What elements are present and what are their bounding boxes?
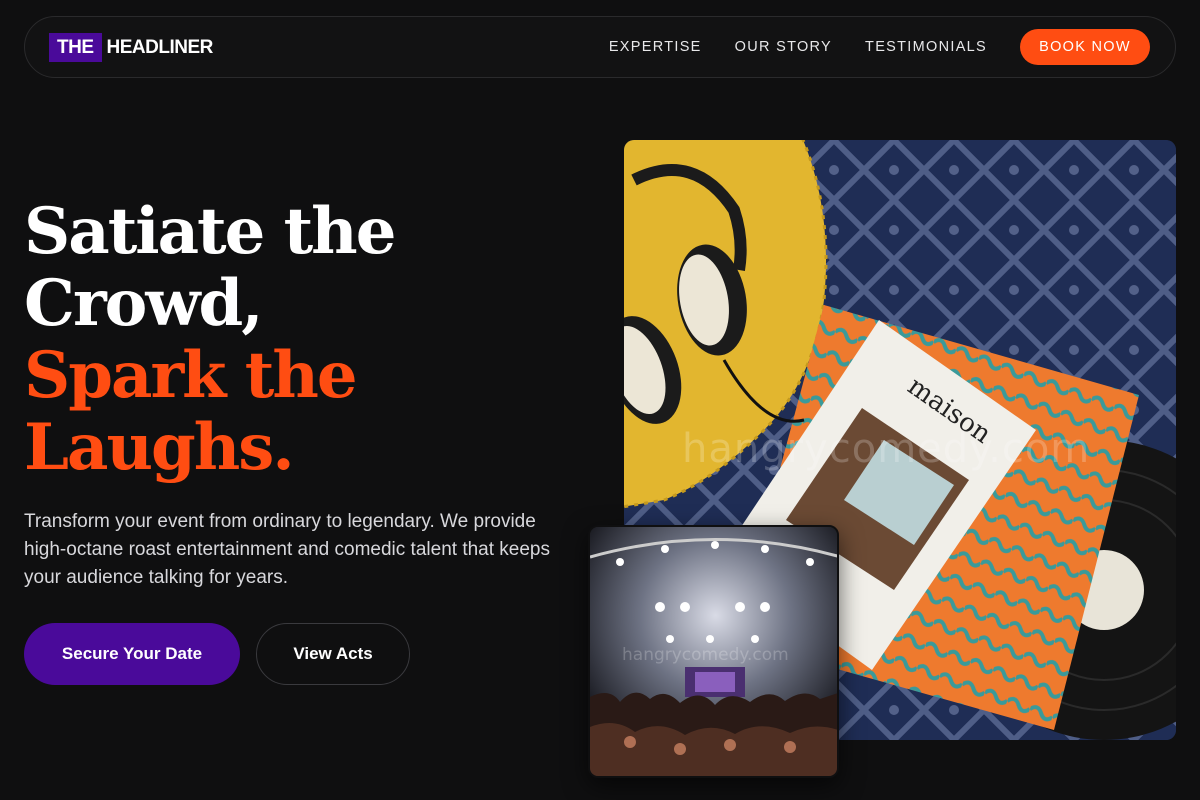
headline-line-2: Crowd,: [24, 266, 263, 341]
nav-link-expertise[interactable]: EXPERTISE: [609, 39, 702, 55]
hero-headline: Satiate the Crowd, Spark the Laughs.: [24, 196, 524, 484]
logo-text: HEADLINER: [106, 36, 214, 58]
hero-subtext: Transform your event from ordinary to le…: [24, 511, 550, 588]
concert-crowd-illustration: [590, 527, 837, 776]
top-nav: THE HEADLINER EXPERTISE OUR STORY TESTIM…: [24, 16, 1176, 78]
logo[interactable]: THE HEADLINER: [49, 31, 213, 64]
headline-line-4: Laughs.: [24, 410, 295, 485]
nav-links: EXPERTISE OUR STORY TESTIMONIALS: [576, 17, 987, 77]
view-acts-button[interactable]: View Acts: [256, 623, 410, 685]
secure-date-button[interactable]: Secure Your Date: [24, 623, 240, 685]
book-now-button[interactable]: BOOK NOW: [1020, 29, 1150, 65]
nav-link-our-story[interactable]: OUR STORY: [735, 39, 832, 55]
hero-image-concert: hangrycomedy.com: [588, 525, 839, 778]
logo-badge: THE: [49, 33, 102, 62]
nav-link-testimonials[interactable]: TESTIMONIALS: [865, 39, 987, 55]
headline-line-3: Spark the: [24, 338, 358, 413]
headline-line-1: Satiate the: [24, 194, 396, 269]
